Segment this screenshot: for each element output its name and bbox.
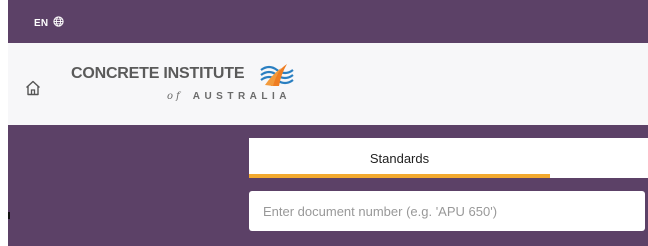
logo-wave-icon: [257, 62, 299, 93]
tab-standards[interactable]: Standards: [249, 138, 550, 178]
document-number-input[interactable]: [261, 202, 633, 220]
globe-icon: [53, 16, 64, 30]
logo-country: AUSTRALIA: [192, 91, 292, 102]
tab-label: Standards: [369, 150, 430, 166]
home-button[interactable]: [23, 80, 43, 100]
active-tab-indicator: [249, 174, 550, 178]
logo-title: CONCRETE INSTITUTE: [71, 65, 245, 82]
logo-subtitle: of AUSTRALIA: [167, 91, 291, 102]
search-box: [249, 191, 645, 231]
left-margin: [0, 0, 8, 246]
tab-bar: Standards: [249, 138, 648, 178]
language-switcher[interactable]: EN: [34, 16, 64, 30]
logo[interactable]: CONCRETE INSTITUTE of AUSTRALIA: [71, 61, 321, 111]
home-icon: [24, 79, 42, 102]
edge-marker: [8, 212, 10, 219]
language-label: EN: [34, 17, 49, 29]
top-bar: [8, 0, 648, 43]
logo-of: of: [167, 91, 183, 102]
